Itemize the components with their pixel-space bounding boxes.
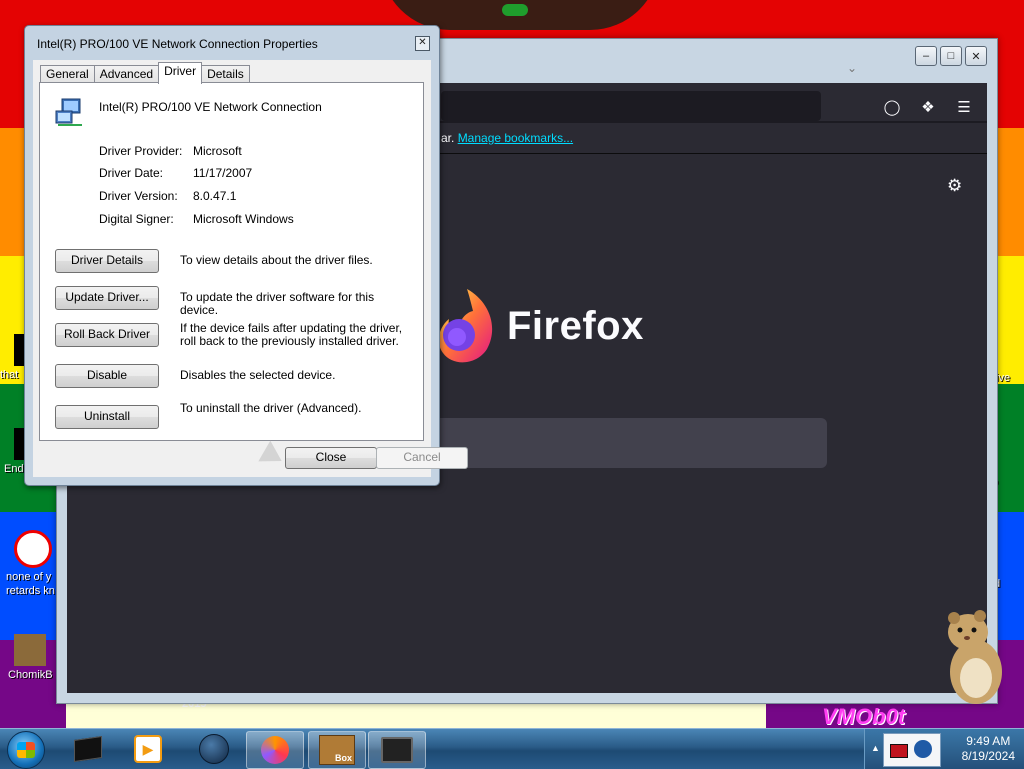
uninstall-description: To uninstall the driver (Advanced).: [180, 401, 362, 415]
taskbar-globe-app[interactable]: [186, 731, 242, 767]
device-name: Intel(R) PRO/100 VE Network Connection: [99, 100, 322, 114]
driver-provider-label: Driver Provider:: [99, 144, 183, 158]
menu-icon[interactable]: ☰: [954, 97, 974, 117]
driver-tab-panel: Intel(R) PRO/100 VE Network Connection D…: [39, 82, 424, 441]
box-app-icon: Box: [319, 735, 355, 765]
mouse-cursor-icon: [258, 440, 288, 472]
display-icon: [381, 737, 413, 763]
network-adapter-icon: [55, 98, 82, 126]
system-tray: ▲ 9:49 AM 8/19/2024: [864, 729, 1024, 769]
extensions-icon[interactable]: ❖: [918, 97, 938, 117]
box-app-label: Box: [334, 753, 352, 763]
taskbar-clock[interactable]: 9:49 AM 8/19/2024: [962, 734, 1015, 764]
driver-date-label: Driver Date:: [99, 166, 164, 180]
wallpaper-tag: VMOb0t: [822, 704, 906, 729]
taskbar-display-app[interactable]: [368, 731, 426, 769]
firefox-icon: [261, 736, 289, 764]
tab-driver[interactable]: Driver: [158, 62, 203, 84]
wallpaper-bottom-shape: [66, 702, 766, 728]
terminal-icon: [74, 736, 102, 762]
firefox-logo-icon: [438, 289, 493, 363]
gear-icon[interactable]: ⚙: [947, 176, 962, 196]
creature-mouth: [502, 4, 528, 16]
taskbar-box-app[interactable]: Box: [308, 731, 366, 769]
windows-logo-icon: [17, 742, 35, 758]
manage-bookmarks-link[interactable]: Manage bookmarks...: [458, 131, 573, 145]
cancel-button[interactable]: Cancel: [376, 447, 468, 469]
roll-back-driver-description: If the device fails after updating the d…: [180, 321, 403, 348]
tray-app-icon[interactable]: [914, 740, 932, 758]
new-tab-search-box[interactable]: [417, 418, 827, 468]
shortcut-icon: [14, 530, 52, 568]
clock-time: 9:49 AM: [966, 734, 1011, 748]
disable-button[interactable]: Disable: [55, 364, 159, 388]
digital-signer-label: Digital Signer:: [99, 212, 174, 226]
properties-dialog: Intel(R) PRO/100 VE Network Connection P…: [24, 25, 468, 486]
update-driver-button[interactable]: Update Driver...: [55, 286, 159, 310]
close-button[interactable]: Close: [285, 447, 377, 469]
driver-provider-value: Microsoft: [193, 144, 242, 158]
tab-strip: General Advanced Driver Details: [40, 62, 250, 84]
disable-description: Disables the selected device.: [180, 368, 336, 382]
taskbar-firefox-app[interactable]: [246, 731, 304, 769]
media-player-icon: ▶: [134, 735, 162, 763]
driver-details-button[interactable]: Driver Details: [55, 249, 159, 273]
address-bar[interactable]: [441, 91, 821, 121]
update-driver-description: To update the driver software for this d…: [180, 290, 375, 317]
window-caption-buttons: – □ ✕: [915, 46, 987, 66]
driver-details-description: To view details about the driver files.: [180, 253, 373, 267]
tray-flyout: [883, 733, 941, 767]
tray-expand-icon[interactable]: ▲: [871, 743, 880, 753]
pocket-icon[interactable]: ◯: [882, 97, 902, 117]
tab-general[interactable]: General: [40, 65, 95, 83]
driver-version-value: 8.0.47.1: [193, 189, 237, 203]
taskbar-media-player-app[interactable]: ▶: [120, 731, 176, 767]
image-icon: [14, 634, 46, 666]
dialog-body: General Advanced Driver Details Intel(R)…: [33, 60, 468, 477]
taskbar-terminal-app[interactable]: [60, 731, 116, 767]
close-icon[interactable]: ✕: [415, 36, 430, 51]
minimize-button[interactable]: –: [915, 46, 937, 66]
bookmarks-hint-text: ar.: [441, 131, 455, 145]
driver-date-value: 11/17/2007: [193, 166, 253, 180]
driver-version-label: Driver Version:: [99, 189, 178, 203]
tab-details[interactable]: Details: [201, 65, 250, 83]
roll-back-driver-button[interactable]: Roll Back Driver: [55, 323, 159, 347]
dialog-title: Intel(R) PRO/100 VE Network Connection P…: [37, 37, 318, 51]
close-window-button[interactable]: ✕: [965, 46, 987, 66]
start-button[interactable]: [7, 731, 45, 769]
desktop-icon-chomik[interactable]: ChomikB: [0, 634, 60, 682]
hamster-sticker: [948, 610, 1002, 704]
digital-signer-value: Microsoft Windows: [193, 212, 294, 226]
firefox-wordmark: Firefox: [507, 304, 644, 348]
taskbar: ▶ Box ▲ 9:49 AM 8/19/2024: [0, 728, 1024, 769]
globe-icon: [199, 734, 229, 764]
desktop-icon-none[interactable]: none of y retards kn: [0, 530, 60, 598]
bookmarks-hint: ar. Manage bookmarks...: [441, 131, 573, 145]
tray-network-icon[interactable]: [890, 744, 908, 758]
chevron-down-icon[interactable]: ⌄: [847, 61, 857, 75]
maximize-button[interactable]: □: [940, 46, 962, 66]
desktop-icon-label-right: ive: [996, 372, 1011, 384]
desktop-icon-label: ChomikB: [8, 669, 53, 681]
uninstall-button[interactable]: Uninstall: [55, 405, 159, 429]
clock-date: 8/19/2024: [961, 749, 1015, 763]
tab-advanced[interactable]: Advanced: [93, 65, 160, 83]
desktop-icon-label: none of y retards kn: [6, 571, 55, 597]
